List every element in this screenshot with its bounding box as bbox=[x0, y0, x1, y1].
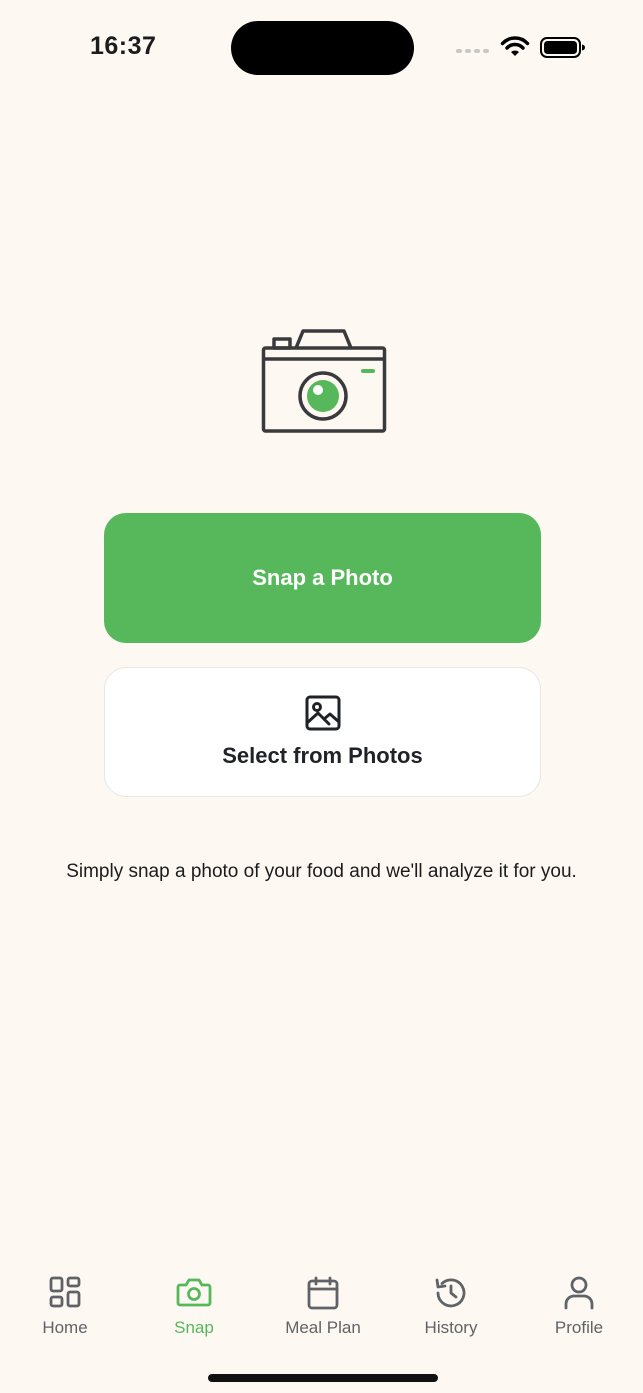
status-time: 16:37 bbox=[90, 32, 157, 60]
hero-camera-icon bbox=[260, 328, 388, 439]
select-from-photos-label: Select from Photos bbox=[222, 743, 423, 768]
camera-icon bbox=[176, 1278, 212, 1307]
calendar-icon bbox=[307, 1276, 339, 1310]
history-icon bbox=[435, 1278, 466, 1308]
tab-profile-label: Profile bbox=[554, 1318, 604, 1337]
tab-history-label: History bbox=[424, 1318, 478, 1337]
cellular-signal-icon bbox=[456, 49, 489, 53]
tab-meal-plan[interactable]: Meal Plan bbox=[263, 1276, 383, 1338]
tab-history[interactable]: History bbox=[391, 1276, 511, 1338]
helper-text: Simply snap a photo of your food and we'… bbox=[66, 861, 577, 882]
wifi-icon bbox=[500, 36, 530, 56]
home-indicator[interactable] bbox=[208, 1374, 438, 1382]
battery-icon bbox=[540, 37, 585, 58]
tab-home[interactable]: Home bbox=[5, 1276, 125, 1338]
dynamic-island bbox=[231, 21, 414, 75]
snap-photo-label: Snap a Photo bbox=[252, 565, 393, 590]
grid-icon bbox=[49, 1276, 81, 1308]
image-gallery-icon bbox=[305, 695, 340, 731]
snap-photo-button[interactable]: Snap a Photo bbox=[104, 513, 541, 643]
tab-profile[interactable]: Profile bbox=[519, 1276, 639, 1338]
user-icon bbox=[564, 1276, 594, 1310]
tab-snap-label: Snap bbox=[174, 1318, 214, 1337]
tab-meal-plan-label: Meal Plan bbox=[285, 1318, 361, 1337]
tab-snap[interactable]: Snap bbox=[134, 1276, 254, 1338]
tab-home-label: Home bbox=[42, 1318, 88, 1337]
tab-bar: Home Snap Meal Plan History Profile bbox=[0, 1276, 643, 1356]
select-from-photos-button[interactable]: Select from Photos bbox=[104, 667, 541, 797]
